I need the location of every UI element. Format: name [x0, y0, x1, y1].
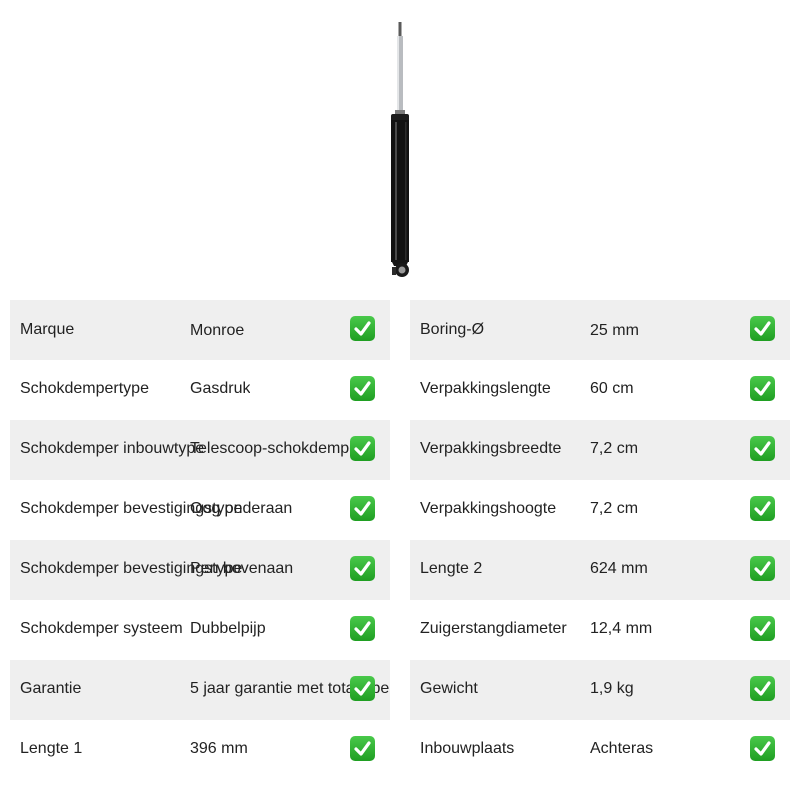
- spec-value: 12,4 mm: [590, 620, 653, 637]
- spec-row: Schokdemper bevestigingstype Oog onderaa…: [10, 480, 390, 540]
- spec-label: Inbouwplaats: [420, 740, 515, 757]
- check-mark-icon: [750, 676, 775, 701]
- check-mark-icon: [350, 556, 375, 581]
- spec-row: Garantie 5 jaar garantie met totaal beho…: [10, 660, 390, 720]
- spec-row: Boring-Ø 25 mm: [410, 300, 790, 360]
- spec-row: Schokdempertype Gasdruk: [10, 360, 390, 420]
- spec-label: Verpakkingshoogte: [420, 500, 557, 517]
- spec-value: Pen bovenaan: [190, 560, 294, 577]
- spec-label: Schokdemper systeem: [20, 620, 183, 637]
- spec-value: 396 mm: [190, 740, 248, 757]
- check-mark-icon: [750, 736, 775, 761]
- check-mark-icon: [350, 676, 375, 701]
- spec-label: Schokdemper inbouwtype: [20, 440, 205, 457]
- spec-row: Gewicht 1,9 kg: [410, 660, 790, 720]
- check-mark-icon: [750, 496, 775, 521]
- spec-label: Lengte 2: [420, 560, 483, 577]
- spec-value: Telescoop-schokdemper: [190, 440, 364, 457]
- spec-row: Schokdemper systeem Dubbelpijp: [10, 600, 390, 660]
- check-mark-icon: [750, 436, 775, 461]
- check-mark-icon: [350, 736, 375, 761]
- spec-label: Boring-Ø: [420, 321, 485, 338]
- spec-value: 7,2 cm: [590, 440, 639, 457]
- spec-row: Lengte 1 396 mm: [10, 720, 390, 780]
- spec-label: Gewicht: [420, 680, 478, 697]
- spec-value: Monroe: [190, 322, 245, 339]
- spec-label: Lengte 1: [20, 740, 83, 757]
- spec-label: Garantie: [20, 680, 82, 697]
- spec-value: 25 mm: [590, 322, 639, 339]
- spec-table-left: Marque Monroe Schokdempertype Gasdruk Sc…: [10, 300, 390, 780]
- spec-row: Lengte 2 624 mm: [410, 540, 790, 600]
- spec-value: 1,9 kg: [590, 680, 634, 697]
- spec-row: Marque Monroe: [10, 300, 390, 360]
- spec-value: 624 mm: [590, 560, 648, 577]
- check-mark-icon: [350, 376, 375, 401]
- check-mark-icon: [350, 496, 375, 521]
- spec-table-right: Boring-Ø 25 mm Verpakkingslengte 60 cm V…: [410, 300, 790, 780]
- spec-value: 60 cm: [590, 380, 634, 397]
- spec-row: Verpakkingslengte 60 cm: [410, 360, 790, 420]
- check-mark-icon: [750, 316, 775, 341]
- spec-row: Verpakkingsbreedte 7,2 cm: [410, 420, 790, 480]
- spec-label: Zuigerstangdiameter: [420, 620, 567, 637]
- spec-row: Schokdemper inbouwtype Telescoop-schokde…: [10, 420, 390, 480]
- spec-value: 7,2 cm: [590, 500, 639, 517]
- check-mark-icon: [350, 436, 375, 461]
- check-mark-icon: [750, 556, 775, 581]
- spec-value: Oog onderaan: [190, 500, 293, 517]
- spec-value: Dubbelpijp: [190, 620, 266, 637]
- spec-row: Schokdemper bevestigingstype Pen bovenaa…: [10, 540, 390, 600]
- spec-label: Schokdempertype: [20, 380, 149, 397]
- spec-label: Verpakkingslengte: [420, 380, 551, 397]
- spec-value: Gasdruk: [190, 380, 251, 397]
- spec-row: Zuigerstangdiameter 12,4 mm: [410, 600, 790, 660]
- check-mark-icon: [750, 376, 775, 401]
- spec-row: Verpakkingshoogte 7,2 cm: [410, 480, 790, 540]
- spec-label: Verpakkingsbreedte: [420, 440, 562, 457]
- check-mark-icon: [350, 616, 375, 641]
- spec-value: Achteras: [590, 740, 654, 757]
- shock-absorber-image: [360, 14, 440, 286]
- spec-label: Marque: [20, 321, 75, 338]
- check-mark-icon: [350, 316, 375, 341]
- check-mark-icon: [750, 616, 775, 641]
- spec-row: Inbouwplaats Achteras: [410, 720, 790, 780]
